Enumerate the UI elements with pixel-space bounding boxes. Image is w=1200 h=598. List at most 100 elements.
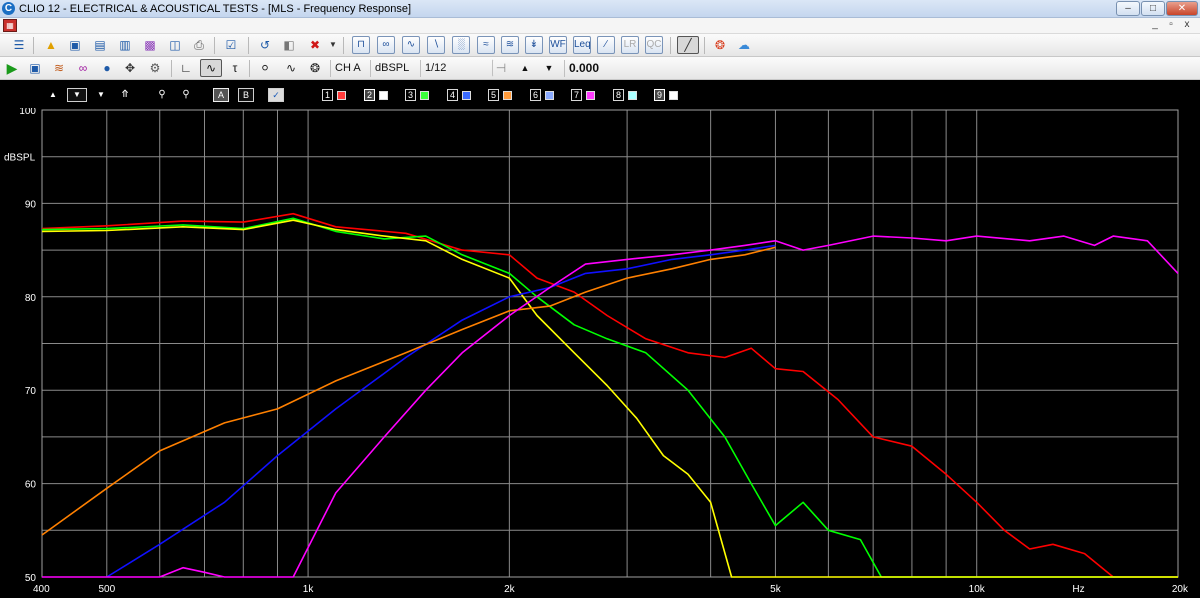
image-icon[interactable]: ▩ (141, 36, 159, 54)
overlay-channel-2-color-swatch[interactable] (379, 91, 388, 100)
x-tick-label: 2k (504, 584, 516, 595)
wf-icon[interactable]: WF (549, 36, 567, 54)
overlay-channel-1-button[interactable]: 1 (322, 89, 333, 101)
units-select[interactable]: dBSPL (370, 60, 418, 77)
overlay-a-button[interactable]: A (213, 88, 229, 102)
dial-icon[interactable]: ❂ (306, 59, 324, 77)
app-logo-icon: C (2, 2, 15, 15)
mdi-bar: ▦ _ ▫ x (0, 18, 1200, 34)
help-icon[interactable]: ❂ (711, 36, 729, 54)
overlay-channel-9-color-swatch[interactable] (669, 91, 678, 100)
x-tick-label: 400 (33, 584, 50, 595)
print-icon[interactable]: ◫ (166, 36, 184, 54)
save-measurement-icon[interactable]: ▣ (26, 59, 44, 77)
overlay-channel-6-color-swatch[interactable] (545, 91, 554, 100)
save-icon[interactable]: ▣ (66, 36, 84, 54)
mls-icon[interactable]: ⊓ (352, 36, 370, 54)
overlay-channel-5-color-swatch[interactable] (503, 91, 512, 100)
lr-icon[interactable]: LR (621, 36, 639, 54)
close-button[interactable]: ✕ (1166, 1, 1198, 16)
waterfall-icon[interactable]: ≈ (477, 36, 495, 54)
overlay-channel-5-button[interactable]: 5 (488, 89, 499, 101)
overlay-channel-2-button[interactable]: 2 (364, 89, 375, 101)
undo-icon[interactable]: ↺ (256, 36, 274, 54)
compare-icon[interactable]: ⊣ (492, 59, 510, 77)
overlay-channel-3-color-swatch[interactable] (420, 91, 429, 100)
play-icon[interactable]: ▶ (3, 59, 21, 77)
signal-icon[interactable]: ∖ (427, 36, 445, 54)
frequency-icon[interactable]: ∿ (200, 59, 222, 77)
plot-toolbar: ▲ ▼ ▼ ⤊ ⚲ ⚲ A B ✓ 1 2 3 4 5 6 7 8 9 (0, 80, 1200, 108)
eraser-icon[interactable]: ◧ (280, 36, 298, 54)
document-icon[interactable]: ▦ (3, 19, 17, 32)
toolbar-separator (343, 37, 344, 54)
zoom-in-icon[interactable]: ⚲ (154, 88, 170, 102)
spectrum-icon[interactable]: ≋ (50, 59, 68, 77)
zoom-fit-icon[interactable]: ⤊ (117, 88, 133, 102)
overlay-channel-8-button[interactable]: 8 (613, 89, 624, 101)
overlay-channel-8-color-swatch[interactable] (628, 91, 637, 100)
overlay-channel-6-button[interactable]: 6 (530, 89, 541, 101)
response-curve-2 (41, 217, 1178, 578)
response-graph[interactable]: 5060708090100dBSPL400 500 1k 2k 5k 10k 20kHz (0, 80, 1200, 598)
maximize-button[interactable]: □ (1141, 1, 1165, 16)
fft-icon[interactable]: ░ (452, 36, 470, 54)
overlay-b-button[interactable]: B (238, 88, 254, 102)
dropdown-icon[interactable]: ▼ (327, 36, 339, 54)
frequency-response-plot[interactable]: 50 60 70 80 90 100 dBSPL 400 500 1k 2k 5k 10k 20k Hz ▲… (0, 80, 1200, 598)
minimize-button[interactable]: – (1116, 1, 1140, 16)
mic-icon[interactable]: ⚪ (256, 59, 274, 77)
scroll-down-button[interactable]: ▼ (540, 59, 558, 77)
save-as-icon[interactable]: ▤ (91, 36, 109, 54)
settings-icon[interactable]: ⚙ (146, 59, 164, 77)
leq-icon[interactable]: Leq (573, 36, 591, 54)
overlay-channel-7-button[interactable]: 7 (571, 89, 582, 101)
phase-icon[interactable]: τ (226, 59, 244, 77)
y-tick-label: 80 (25, 293, 37, 304)
delete-icon[interactable]: ✖ (306, 36, 324, 54)
sinusoid-icon[interactable]: ∞ (377, 36, 395, 54)
response-curve-4 (106, 244, 776, 578)
slope-icon[interactable]: ∕ (597, 36, 615, 54)
acoustic-icon[interactable]: ≋ (501, 36, 519, 54)
zoom-out-icon[interactable]: ⚲ (178, 88, 194, 102)
impulse-icon[interactable]: ∟ (177, 59, 195, 77)
mdi-close-button[interactable]: x (1180, 19, 1194, 32)
ruler-icon[interactable]: ╱ (677, 36, 699, 54)
check-icon[interactable]: ☑ (222, 36, 240, 54)
microphone-icon[interactable]: ● (98, 59, 116, 77)
multimeter-icon[interactable]: ∿ (402, 36, 420, 54)
scroll-up-button[interactable]: ▲ (516, 59, 534, 77)
mdi-minimize-button[interactable]: _ (1148, 19, 1162, 32)
x-tick-label: 20k (1172, 584, 1189, 595)
overlay-channel-7-color-swatch[interactable] (586, 91, 595, 100)
y-axis-label: dBSPL (4, 153, 36, 164)
overlay-channel-1-color-swatch[interactable] (337, 91, 346, 100)
measurement-toolbar: ▶ ▣ ≋ ∞ ● ✥ ⚙ ∟ ∿ τ ⚪ ∿ ❂ CH A dBSPL 1/1… (0, 57, 1200, 91)
move-icon[interactable]: ✥ (121, 59, 139, 77)
overlay-check-button[interactable]: ✓ (268, 88, 284, 102)
overlay-channel-3-button[interactable]: 3 (405, 89, 416, 101)
response-curve-6 (42, 235, 1179, 578)
print-preview-icon[interactable]: ⎙ (190, 36, 208, 54)
export-icon[interactable]: ▥ (116, 36, 134, 54)
overlay-channel-9-button[interactable]: 9 (654, 89, 665, 101)
scale-dropdown-icon[interactable]: ▼ (67, 88, 87, 102)
overlay-channel-4-button[interactable]: 4 (447, 89, 458, 101)
cloud-icon[interactable]: ☁ (735, 36, 753, 54)
toolbar-separator (33, 37, 34, 54)
scale-down-icon[interactable]: ▼ (93, 88, 109, 102)
scale-up-icon[interactable]: ▲ (45, 88, 61, 102)
overlay-channel-4-color-swatch[interactable] (462, 91, 471, 100)
response-curve-1 (41, 212, 1178, 578)
loop-icon[interactable]: ∞ (74, 59, 92, 77)
smoothing-select[interactable]: 1/12 Octave (420, 60, 488, 91)
y-tick-label: 50 (25, 573, 37, 584)
menu-icon[interactable]: ☰ (10, 36, 28, 54)
waveform-icon[interactable]: ∿ (282, 59, 300, 77)
channel-select[interactable]: CH A (330, 60, 368, 77)
impedance-icon[interactable]: ↡ (525, 36, 543, 54)
qc-icon[interactable]: QC (645, 36, 663, 54)
mdi-restore-button[interactable]: ▫ (1164, 19, 1178, 32)
open-icon[interactable]: ▲ (42, 36, 60, 54)
